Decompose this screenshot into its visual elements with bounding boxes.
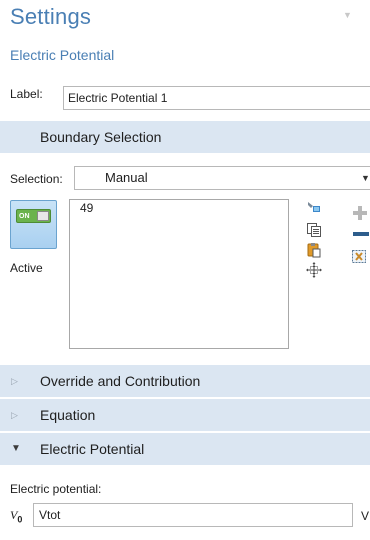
toggle-knob bbox=[37, 211, 49, 221]
selection-caption: Selection: bbox=[10, 172, 63, 186]
feature-subtitle: Electric Potential bbox=[10, 47, 115, 63]
active-toggle-button[interactable]: ON bbox=[10, 200, 57, 249]
section-boundary-selection-label: Boundary Selection bbox=[40, 129, 162, 145]
label-caption: Label: bbox=[10, 87, 43, 101]
electric-potential-caption: Electric potential: bbox=[10, 482, 102, 496]
chevron-right-icon: ▷ bbox=[11, 410, 18, 420]
copy-selection-icon[interactable] bbox=[306, 222, 322, 238]
list-item[interactable]: 49 bbox=[80, 201, 93, 215]
add-icon[interactable] bbox=[352, 205, 370, 221]
clipboard-paste-icon[interactable] bbox=[306, 242, 322, 258]
section-boundary-selection[interactable]: Boundary Selection bbox=[0, 121, 370, 153]
selection-dropdown[interactable]: Manual bbox=[74, 166, 370, 190]
potential-symbol-subscript: 0 bbox=[17, 514, 23, 525]
zoom-to-selection-icon[interactable] bbox=[306, 262, 322, 278]
paste-selection-icon[interactable] bbox=[306, 199, 322, 215]
clear-selection-icon[interactable] bbox=[351, 249, 370, 265]
potential-symbol: V0 bbox=[10, 508, 22, 524]
section-equation-label: Equation bbox=[40, 407, 96, 423]
section-electric-potential[interactable]: ▼ Electric Potential bbox=[0, 433, 370, 465]
label-input[interactable] bbox=[63, 86, 370, 110]
section-equation[interactable]: ▷ Equation bbox=[0, 399, 370, 431]
remove-icon[interactable] bbox=[352, 229, 370, 239]
settings-title: Settings bbox=[10, 4, 92, 29]
toggle-on-text: ON bbox=[19, 213, 30, 220]
section-override-contribution[interactable]: ▷ Override and Contribution bbox=[0, 365, 370, 397]
selection-list[interactable]: 49 bbox=[69, 199, 289, 349]
chevron-down-icon: ▼ bbox=[11, 443, 21, 454]
chevron-right-icon: ▷ bbox=[11, 376, 18, 386]
electric-potential-input[interactable] bbox=[33, 503, 353, 527]
toggle-switch: ON bbox=[16, 209, 51, 223]
active-label: Active bbox=[10, 261, 43, 275]
unit-label: V bbox=[361, 509, 370, 523]
section-override-label: Override and Contribution bbox=[40, 373, 201, 389]
pin-icon[interactable]: ▼ bbox=[343, 10, 352, 20]
section-electric-potential-label: Electric Potential bbox=[40, 441, 145, 457]
chevron-down-icon[interactable]: ▼ bbox=[361, 166, 370, 190]
